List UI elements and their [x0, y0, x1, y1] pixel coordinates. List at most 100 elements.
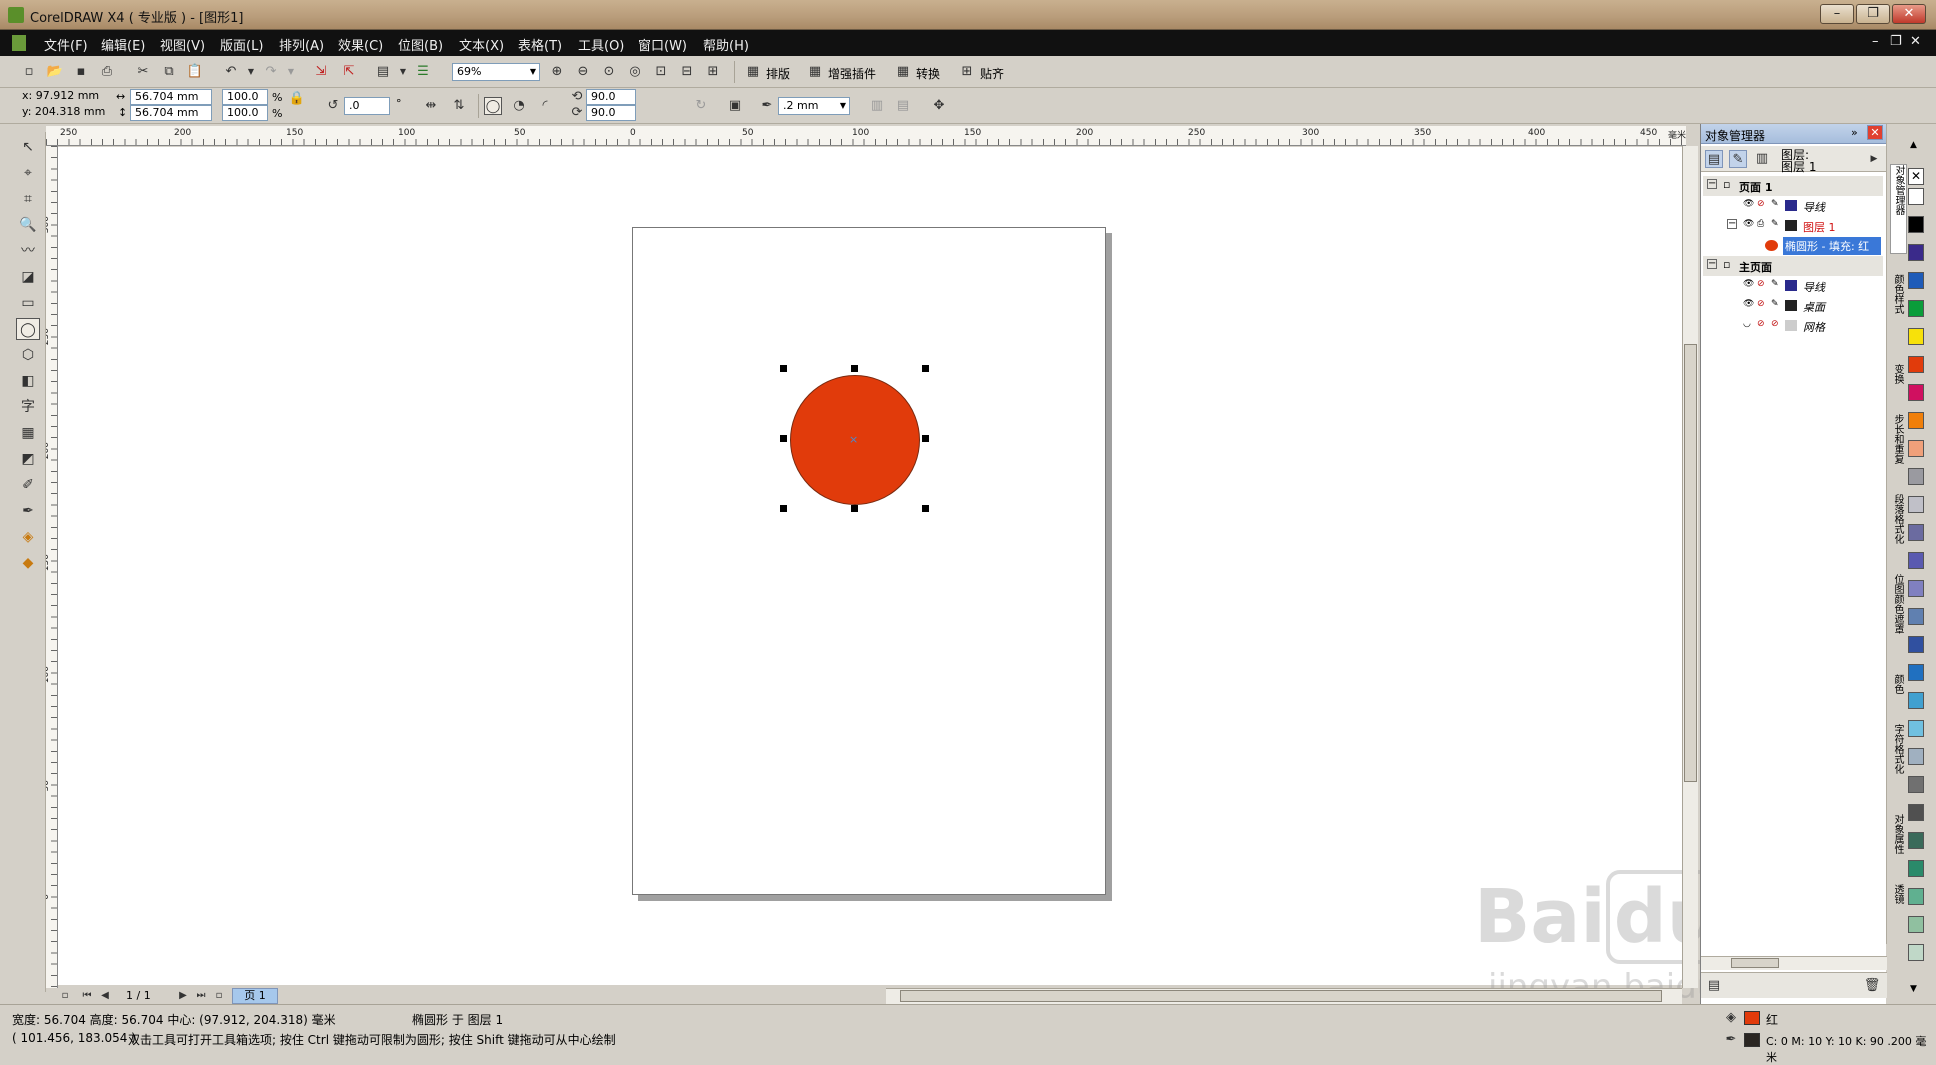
- scale-x-field[interactable]: 100.0: [222, 89, 268, 105]
- undo-icon[interactable]: ↶: [222, 63, 240, 81]
- welcome-icon[interactable]: ☰: [414, 63, 432, 81]
- basic-shapes-tool-icon[interactable]: ◧: [16, 370, 40, 392]
- prev-page-icon[interactable]: ◀: [96, 987, 114, 1005]
- undo-dropdown-icon[interactable]: ▼: [242, 63, 260, 81]
- freehand-tool-icon[interactable]: 〰: [16, 240, 40, 262]
- layer-manager-icon[interactable]: ▥: [1753, 150, 1771, 168]
- edit-off-icon[interactable]: ⊘: [1771, 319, 1779, 329]
- palette-swatch[interactable]: [1908, 608, 1924, 625]
- palette-swatch[interactable]: [1908, 552, 1924, 569]
- wrap-text-icon[interactable]: ▣: [726, 97, 744, 115]
- shape-tool-icon[interactable]: ⌖: [16, 162, 40, 184]
- snap-button[interactable]: 贴齐: [980, 65, 1004, 82]
- launcher-dropdown-icon[interactable]: ▼: [394, 63, 412, 81]
- pick-tool-icon[interactable]: ↖: [16, 136, 40, 158]
- page[interactable]: [632, 227, 1106, 895]
- fill-color-swatch[interactable]: [1744, 1011, 1760, 1025]
- expand-icon[interactable]: −: [1727, 219, 1737, 229]
- height-field[interactable]: 56.704 mm: [130, 105, 212, 121]
- plugin-button[interactable]: 增强插件: [828, 65, 876, 82]
- copy-icon[interactable]: ⧉: [160, 63, 178, 81]
- palette-swatch[interactable]: [1908, 524, 1924, 541]
- convert-icon[interactable]: ▦: [894, 63, 912, 81]
- selection-handle-bl[interactable]: [780, 505, 787, 512]
- pie-mode-icon[interactable]: ◔: [510, 97, 528, 115]
- end-angle-field[interactable]: 90.0: [586, 105, 636, 121]
- docker-close-icon[interactable]: ✕: [1867, 125, 1883, 140]
- edit-across-layers-icon[interactable]: ✎: [1729, 150, 1747, 168]
- palette-swatch[interactable]: [1908, 244, 1924, 261]
- print-off-icon[interactable]: ⊘: [1757, 319, 1765, 329]
- convert-curves-icon[interactable]: ✥: [930, 97, 948, 115]
- selection-handle-br[interactable]: [922, 505, 929, 512]
- table-tool-icon[interactable]: ▦: [16, 422, 40, 444]
- palette-swatch[interactable]: [1908, 468, 1924, 485]
- edit-icon[interactable]: ✎: [1771, 219, 1779, 229]
- menu-bitmaps[interactable]: 位图(B): [398, 35, 443, 54]
- palette-swatch[interactable]: [1908, 720, 1924, 737]
- side-tab-object-props[interactable]: 对象属性: [1890, 814, 1905, 854]
- doc-close-button[interactable]: ✕: [1910, 34, 1921, 49]
- redo-icon[interactable]: ↷: [262, 63, 280, 81]
- palette-swatch[interactable]: [1908, 272, 1924, 289]
- docker-collapse-icon[interactable]: »: [1851, 126, 1858, 139]
- x-position-field[interactable]: x: 97.912 mm: [18, 89, 110, 105]
- tree-row-master[interactable]: − ▫ 主页面: [1703, 256, 1883, 276]
- menu-help[interactable]: 帮助(H): [703, 35, 749, 54]
- text-tool-icon[interactable]: 字: [16, 396, 40, 418]
- menu-layout[interactable]: 版面(L): [220, 35, 263, 54]
- palette-swatch[interactable]: [1908, 356, 1924, 373]
- next-page-icon[interactable]: ▶: [174, 987, 192, 1005]
- zoom-page-icon[interactable]: ⊡: [652, 63, 670, 81]
- rectangle-tool-icon[interactable]: ▭: [16, 292, 40, 314]
- plugin-icon[interactable]: ▦: [806, 63, 824, 81]
- eye-icon[interactable]: 👁: [1743, 279, 1754, 289]
- menu-arrange[interactable]: 排列(A): [279, 35, 324, 54]
- polygon-tool-icon[interactable]: ⬡: [16, 344, 40, 366]
- palette-swatch[interactable]: [1908, 860, 1924, 877]
- zoom-in-icon[interactable]: ⊕: [548, 63, 566, 81]
- direction-icon[interactable]: ↻: [692, 97, 710, 115]
- edit-icon[interactable]: ✎: [1771, 299, 1779, 309]
- side-tab-object-manager[interactable]: 对象管理器: [1890, 164, 1907, 254]
- zoom-out-icon[interactable]: ⊖: [574, 63, 592, 81]
- v-scroll-thumb[interactable]: [1684, 344, 1697, 782]
- tree-row-desktop[interactable]: 👁 ⊘ ✎ 桌面: [1703, 296, 1883, 316]
- doc-minimize-button[interactable]: –: [1872, 34, 1879, 49]
- redo-dropdown-icon[interactable]: ▼: [282, 63, 300, 81]
- palette-swatch[interactable]: [1908, 664, 1924, 681]
- h-scroll-thumb[interactable]: [900, 990, 1662, 1002]
- drawing-canvas[interactable]: × Baidu经验 jingyan.baidu.com: [58, 147, 1847, 1007]
- save-icon[interactable]: ▪: [72, 63, 90, 81]
- side-tab-color[interactable]: 颜色: [1890, 674, 1905, 694]
- convert-button[interactable]: 转换: [916, 65, 940, 82]
- launcher-icon[interactable]: ▤: [374, 63, 392, 81]
- print-off-icon[interactable]: ⊘: [1757, 299, 1765, 309]
- page-tab[interactable]: 页 1: [232, 988, 278, 1004]
- side-tab-bitmap-mask[interactable]: 位图颜色遮罩: [1890, 574, 1905, 634]
- selection-handle-ml[interactable]: [780, 435, 787, 442]
- menu-view[interactable]: 视图(V): [160, 35, 205, 54]
- edit-icon[interactable]: ✎: [1771, 199, 1779, 209]
- selection-handle-tm[interactable]: [851, 365, 858, 372]
- first-page-icon[interactable]: ⏮: [78, 987, 96, 1005]
- ellipse-tool-icon[interactable]: ◯: [16, 318, 40, 340]
- palette-swatch[interactable]: [1908, 692, 1924, 709]
- import-icon[interactable]: ⇲: [312, 63, 330, 81]
- start-angle-field[interactable]: 90.0: [586, 89, 636, 105]
- rotation-field[interactable]: .0: [344, 97, 390, 115]
- scale-y-field[interactable]: 100.0: [222, 105, 268, 121]
- side-tab-step-repeat[interactable]: 步长和重复: [1890, 414, 1905, 464]
- palette-scroll-down-icon[interactable]: ▼: [1910, 984, 1917, 994]
- tree-row-layer1[interactable]: − 👁 ⎙ ✎ 图层 1: [1703, 216, 1883, 236]
- palette-swatch[interactable]: [1908, 580, 1924, 597]
- zoom-tool-icon[interactable]: 🔍: [16, 214, 40, 236]
- tree-row-guides[interactable]: 👁 ⊘ ✎ 导线: [1703, 196, 1883, 216]
- print-icon[interactable]: ⎙: [98, 63, 116, 81]
- menu-text[interactable]: 文本(X): [459, 35, 504, 54]
- side-tab-lens[interactable]: 透镜: [1890, 884, 1905, 904]
- zoom-selected-icon[interactable]: ⊙: [600, 63, 618, 81]
- selection-handle-mr[interactable]: [922, 435, 929, 442]
- palette-swatch[interactable]: [1908, 944, 1924, 961]
- expand-icon[interactable]: −: [1707, 259, 1717, 269]
